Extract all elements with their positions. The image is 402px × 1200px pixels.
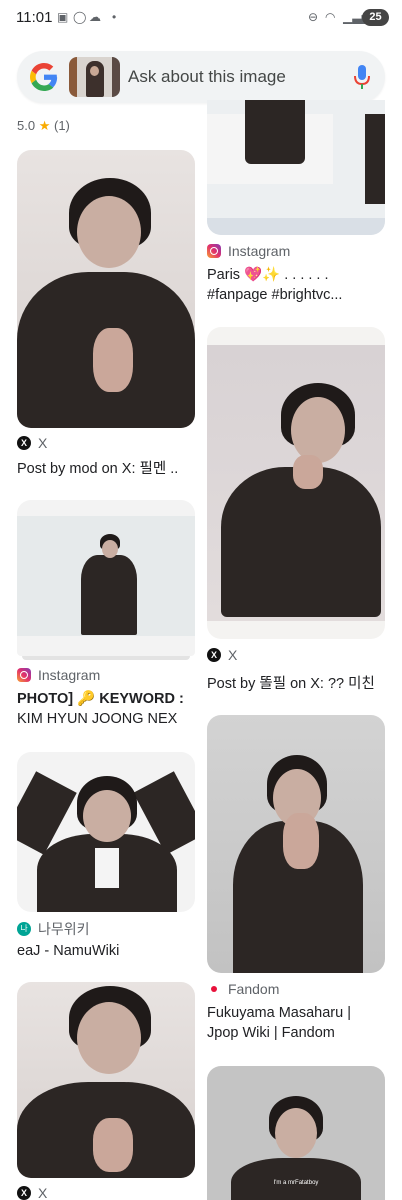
query-image-thumbnail[interactable] bbox=[69, 57, 120, 97]
stacked-card-edge bbox=[22, 656, 190, 660]
result-title[interactable]: PHOTO] 🔑 KEYWORD : KIM HYUN JOONG NEX bbox=[17, 689, 200, 729]
image-caption: I'm a mrFatatboy bbox=[273, 1180, 319, 1186]
result-image[interactable] bbox=[207, 100, 385, 235]
status-bar: 11:01 ▣ ◯ ☁ • ⊖ ◠ ▁▃▅ 25 bbox=[0, 0, 402, 36]
x-icon: X bbox=[17, 1186, 31, 1200]
mic-icon[interactable] bbox=[353, 64, 371, 90]
rating-count: (1) bbox=[53, 118, 70, 133]
dot-icon: • bbox=[112, 10, 117, 24]
result-title[interactable]: Paris 💖✨ . . . . . . #fanpage #brightvc.… bbox=[207, 265, 387, 305]
result-title[interactable]: eaJ - NamuWiki bbox=[17, 941, 197, 961]
x-icon: X bbox=[207, 648, 221, 662]
google-g-logo bbox=[30, 63, 58, 91]
namuwiki-icon: 나 bbox=[17, 922, 31, 936]
whatsapp-icon: ◯ bbox=[73, 10, 87, 24]
result-image[interactable] bbox=[17, 982, 195, 1178]
star-icon: ★ bbox=[38, 118, 51, 133]
result-image[interactable] bbox=[17, 500, 195, 656]
dnd-icon: ⊖ bbox=[308, 10, 319, 24]
result-image[interactable] bbox=[17, 150, 195, 428]
result-source[interactable]: Instagram bbox=[207, 243, 290, 259]
result-image[interactable]: I'm a mrFatatboy bbox=[207, 1066, 385, 1200]
result-image[interactable] bbox=[207, 327, 385, 639]
result-source[interactable]: Fandom bbox=[207, 981, 279, 997]
result-source[interactable]: X X bbox=[17, 1185, 47, 1200]
result-source[interactable]: X X bbox=[207, 647, 237, 663]
search-input[interactable]: Ask about this image bbox=[128, 67, 286, 87]
result-title[interactable]: Post by mod on X: 필멘 .. bbox=[17, 459, 197, 479]
result-source[interactable]: 나 나무위키 bbox=[17, 919, 90, 939]
instagram-icon bbox=[207, 244, 221, 258]
rating: 5.0 ★ (1) bbox=[17, 118, 70, 134]
result-image[interactable] bbox=[207, 715, 385, 973]
battery-indicator: 25 bbox=[362, 9, 389, 26]
result-image[interactable] bbox=[17, 752, 195, 912]
x-icon: X bbox=[17, 436, 31, 450]
result-title[interactable]: Post by 똘필 on X: ?? 미친 bbox=[207, 674, 387, 694]
result-source[interactable]: X X bbox=[17, 435, 47, 451]
status-time: 11:01 bbox=[16, 9, 53, 26]
search-bar[interactable]: Ask about this image bbox=[17, 51, 385, 103]
cloud-icon: ☁ bbox=[89, 10, 101, 24]
fandom-icon bbox=[207, 982, 221, 996]
instagram-icon bbox=[17, 668, 31, 682]
result-source[interactable]: Instagram bbox=[17, 667, 100, 683]
rating-value: 5.0 bbox=[17, 118, 36, 133]
wifi-icon: ◠ bbox=[325, 10, 336, 24]
screenshot-icon: ▣ bbox=[57, 10, 69, 24]
result-title[interactable]: Fukuyama Masaharu | Jpop Wiki | Fandom bbox=[207, 1003, 387, 1043]
